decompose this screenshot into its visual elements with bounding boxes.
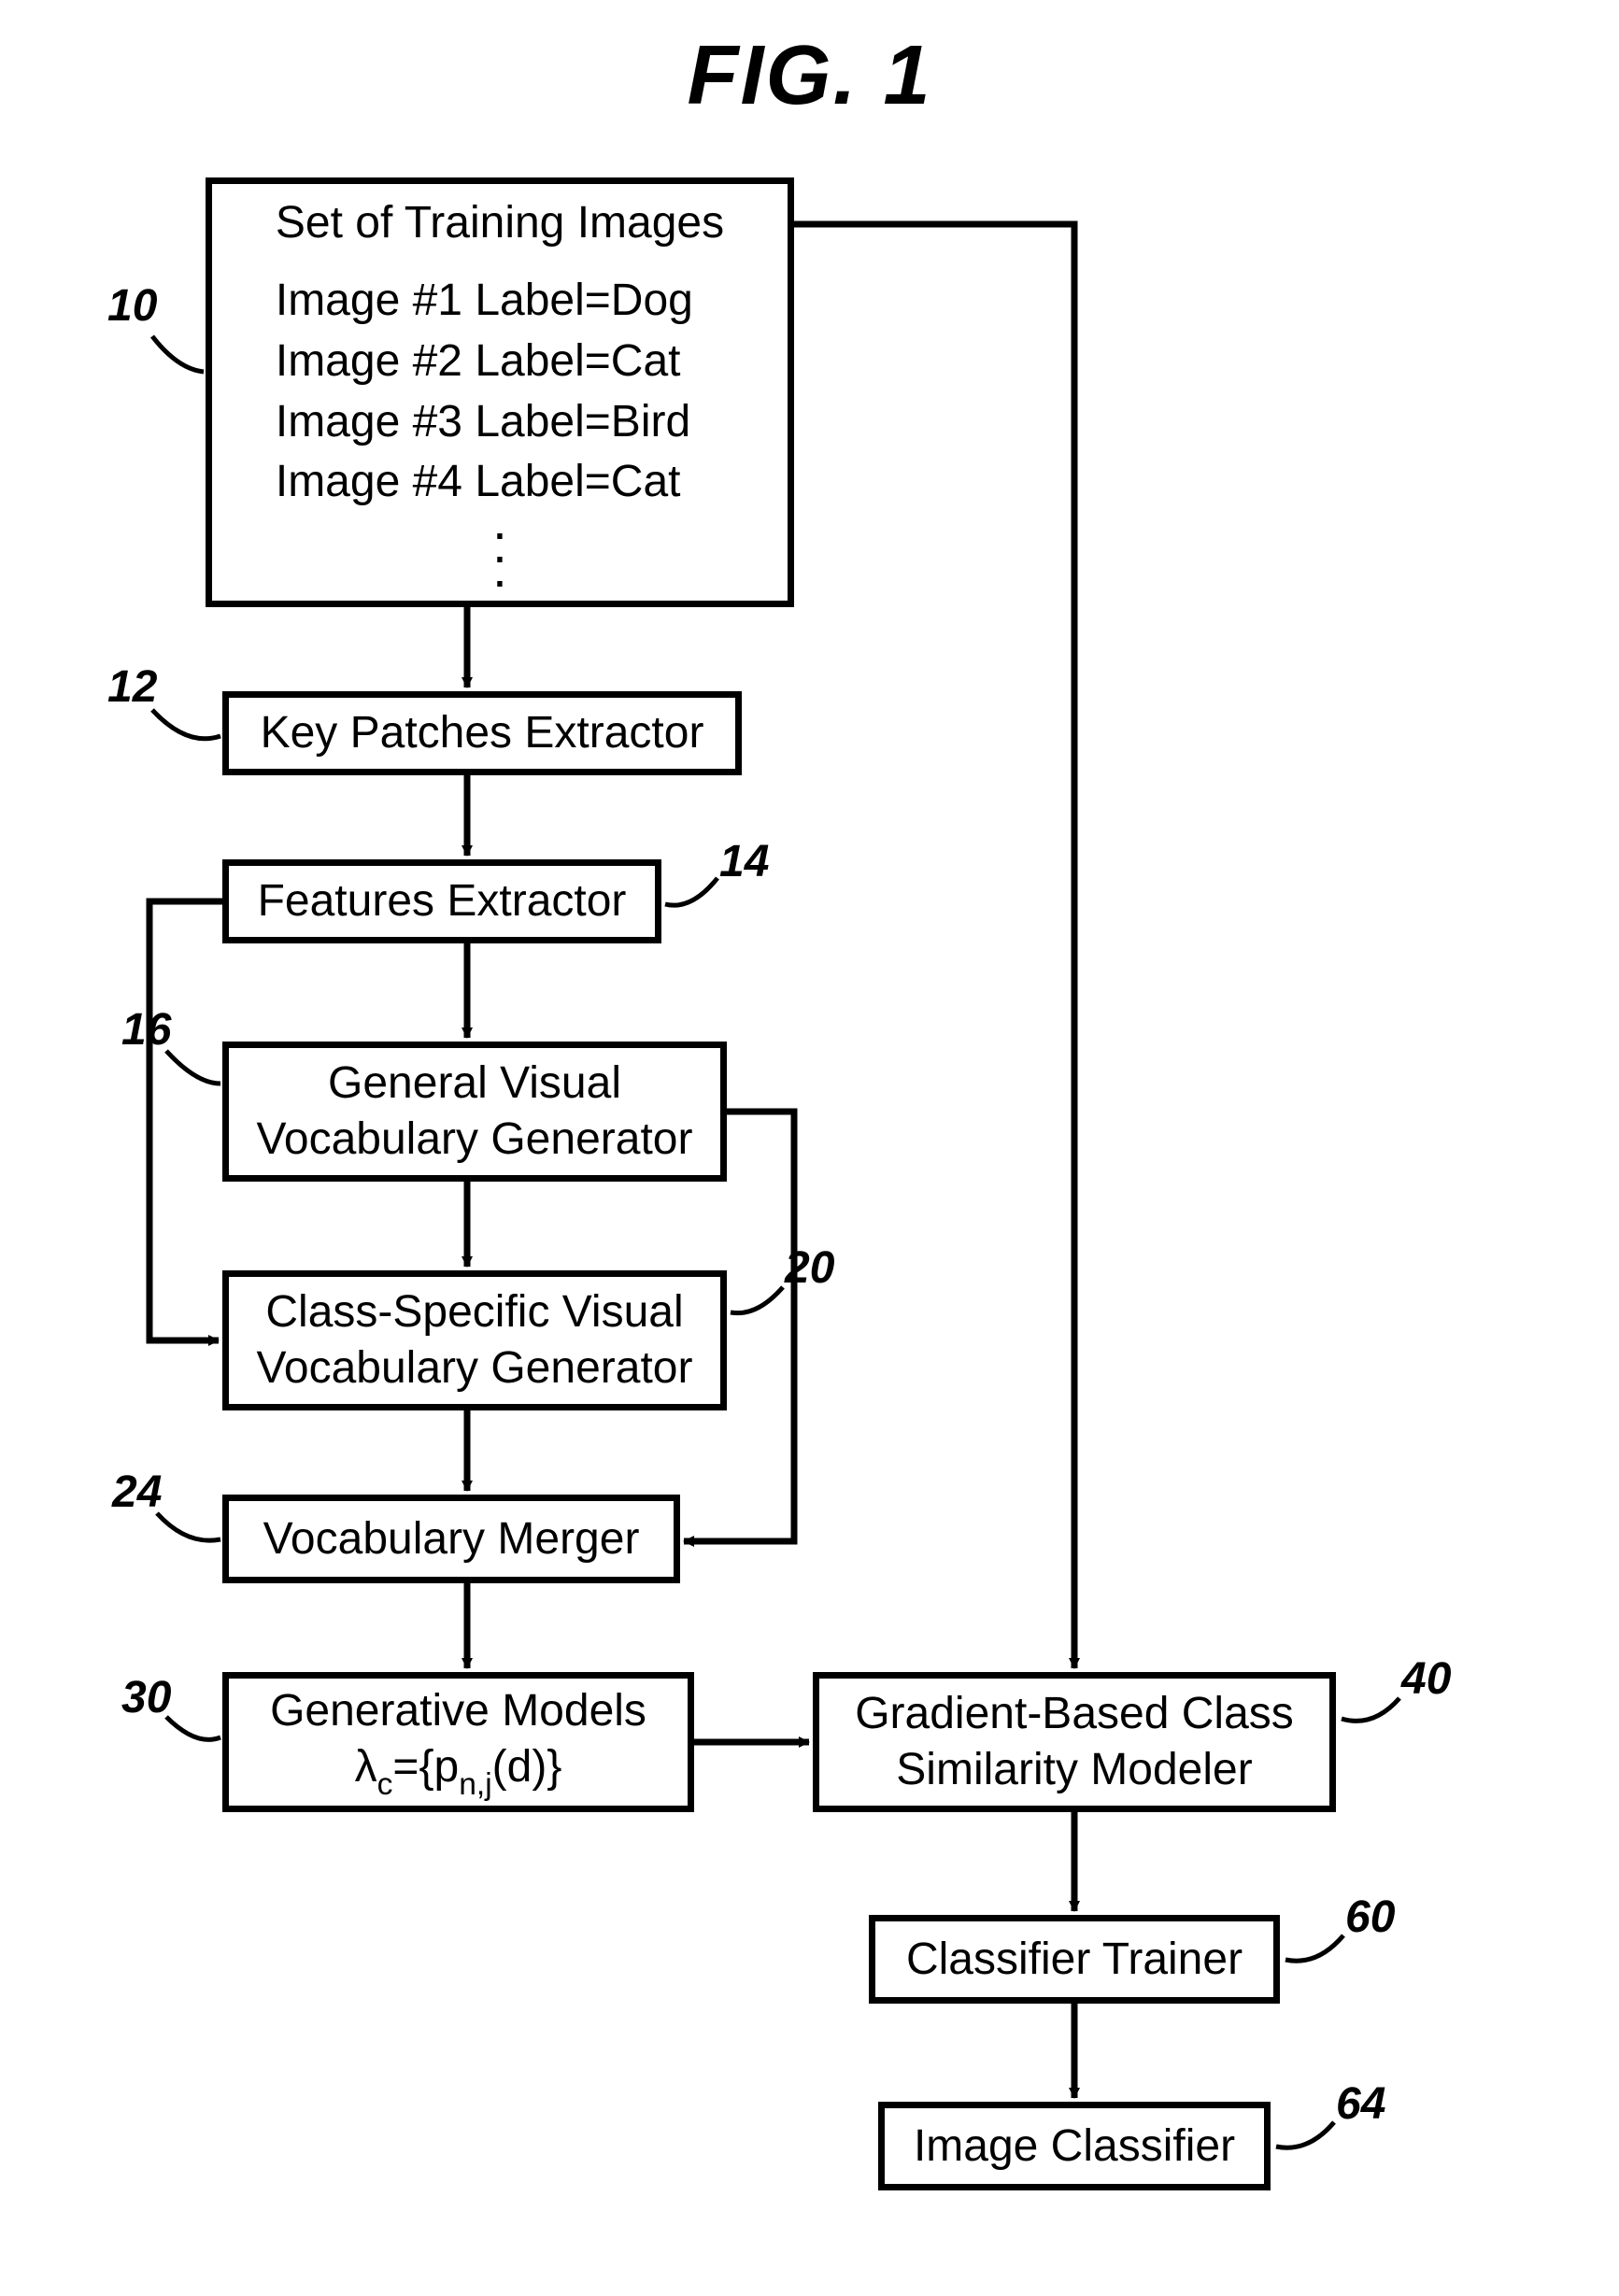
ref-20: 20 [785, 1242, 834, 1294]
box-general-vocabulary-generator: General Visual Vocabulary Generator [222, 1042, 727, 1182]
gen-models-line1: Generative Models [270, 1683, 646, 1739]
training-line-2: Image #2 Label=Cat [276, 332, 724, 392]
box-classifier-trainer: Classifier Trainer [869, 1915, 1280, 2004]
box-features-extractor: Features Extractor [222, 859, 661, 943]
box-class-specific-vocabulary-generator: Class-Specific Visual Vocabulary Generat… [222, 1270, 727, 1410]
ref-30: 30 [121, 1672, 171, 1723]
ellipsis-icon: ··· [276, 520, 724, 591]
gen-vocab-line2: Vocabulary Generator [257, 1112, 693, 1168]
training-heading: Set of Training Images [276, 193, 724, 254]
training-line-3: Image #3 Label=Bird [276, 392, 724, 453]
gen-vocab-line1: General Visual [328, 1056, 621, 1112]
training-line-1: Image #1 Label=Dog [276, 271, 724, 332]
box-training-images: Set of Training Images Image #1 Label=Do… [206, 177, 794, 607]
vocab-merger-label: Vocabulary Merger [263, 1511, 640, 1567]
box-gradient-similarity-modeler: Gradient-Based Class Similarity Modeler [813, 1672, 1336, 1812]
img-clf-label: Image Classifier [914, 2119, 1235, 2175]
clf-trainer-label: Classifier Trainer [906, 1932, 1243, 1988]
ref-12: 12 [107, 661, 157, 713]
cls-vocab-line2: Vocabulary Generator [257, 1340, 693, 1396]
box-generative-models: Generative Models λc={pn,j(d)} [222, 1672, 694, 1812]
key-patches-label: Key Patches Extractor [261, 705, 704, 761]
grad-line2: Similarity Modeler [896, 1742, 1252, 1798]
box-key-patches-extractor: Key Patches Extractor [222, 691, 742, 775]
training-images-content: Set of Training Images Image #1 Label=Do… [249, 175, 750, 610]
figure-title: FIG. 1 [0, 28, 1619, 124]
cls-vocab-line1: Class-Specific Visual [265, 1284, 683, 1340]
grad-line1: Gradient-Based Class [855, 1686, 1294, 1742]
ref-60: 60 [1345, 1892, 1395, 1943]
figure-canvas: FIG. 1 Set of Training Images Image #1 L… [0, 0, 1619, 2296]
ref-14: 14 [719, 836, 769, 887]
box-image-classifier: Image Classifier [878, 2102, 1271, 2190]
ref-24: 24 [112, 1467, 162, 1518]
ref-64: 64 [1336, 2078, 1385, 2130]
ref-10: 10 [107, 280, 157, 332]
ref-40: 40 [1401, 1653, 1451, 1705]
gen-models-line2: λc={pn,j(d)} [355, 1739, 562, 1802]
box-vocabulary-merger: Vocabulary Merger [222, 1495, 680, 1583]
features-label: Features Extractor [258, 873, 627, 929]
ref-16: 16 [121, 1004, 171, 1056]
